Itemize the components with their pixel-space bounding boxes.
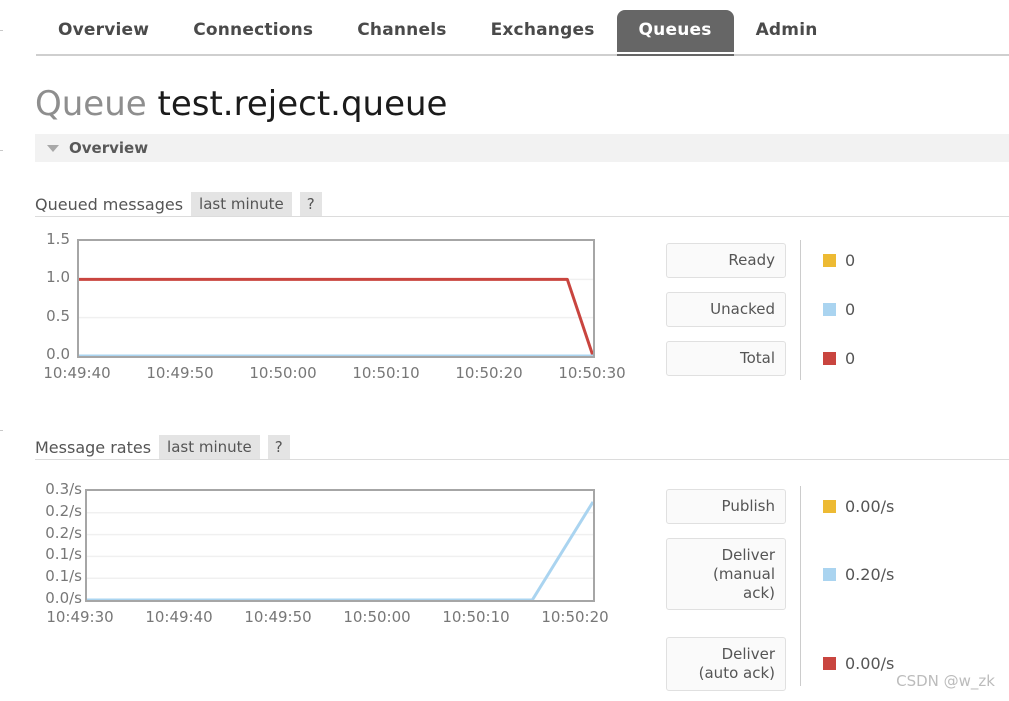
queued-messages-x-axis: 10:49:40 10:49:50 10:50:00 10:50:10 10:50:20…	[43, 364, 625, 386]
message-rates-title: Message rates	[35, 437, 152, 457]
legend-value-group: 0.00/s	[823, 497, 894, 516]
x-tick-label: 10:50:30	[558, 364, 626, 382]
message-rates-rule	[35, 459, 1009, 460]
legend-color-swatch-icon	[823, 253, 836, 267]
rates-legend-rows: Publish 0.00/s Deliver (manual ack) 0.20/s Del…	[666, 489, 996, 694]
nav-tab-connections[interactable]: Connections	[171, 10, 335, 50]
nav-tab-channels[interactable]: Channels	[335, 10, 468, 50]
page-title: Queue test.reject.queue	[35, 84, 448, 124]
y-tick-label: 1.0	[46, 268, 70, 287]
left-edge-fragment-low	[0, 430, 3, 431]
x-tick-label: 10:50:20	[541, 608, 609, 626]
legend-value-group: 0	[823, 251, 855, 270]
message-rates-period-chip[interactable]: last minute	[159, 434, 260, 460]
legend-value: 0	[845, 299, 856, 319]
legend-row: Publish 0.00/s	[666, 489, 894, 524]
nav-tab-overview[interactable]: Overview	[36, 10, 171, 50]
legend-value-group: 0	[823, 300, 855, 319]
message-rates-y-axis: 0.0/s 0.1/s 0.1/s 0.2/s 0.2/s 0.3/s	[30, 480, 82, 607]
legend-button-unacked[interactable]: Unacked	[666, 292, 786, 327]
queued-messages-heading: Queued messages last minute ?	[35, 191, 322, 217]
x-tick-label: 10:49:40	[43, 364, 111, 382]
x-tick-label: 10:49:40	[145, 608, 213, 626]
y-tick-label: 0.5	[46, 306, 70, 325]
legend-value: 0	[845, 250, 856, 270]
legend-color-swatch-icon	[823, 302, 836, 316]
queued-legend-rows: Ready 0 Unacked 0 Total 0	[666, 243, 996, 388]
overview-section-label: Overview	[69, 139, 149, 157]
queued-messages-plot-area	[77, 239, 595, 358]
legend-row: Deliver (auto ack) 0.00/s	[666, 637, 894, 691]
x-tick-label: 10:49:50	[146, 364, 214, 382]
x-tick-label: 10:49:30	[46, 608, 114, 626]
queued-messages-help-icon[interactable]: ?	[299, 191, 322, 217]
nav-tab-list: Overview Connections Channels Exchanges Queu…	[36, 10, 840, 55]
legend-value: 0	[845, 348, 856, 368]
legend-color-swatch-icon	[823, 499, 836, 513]
main-navigation: Overview Connections Channels Exchanges Queu…	[0, 0, 1009, 56]
page-title-queue-name: test.reject.queue	[157, 84, 448, 124]
legend-row: Unacked 0	[666, 292, 855, 327]
nav-underline	[36, 54, 1009, 56]
legend-value: 0.00/s	[845, 654, 895, 674]
message-rates-plot-area	[85, 489, 595, 602]
nav-tab-queues[interactable]: Queues	[616, 10, 734, 52]
triangle-down-icon	[47, 144, 59, 152]
y-tick-label: 0.2/s	[45, 501, 82, 520]
page-title-prefix: Queue	[35, 84, 147, 124]
y-tick-label: 1.5	[46, 230, 70, 248]
x-tick-label: 10:50:20	[455, 364, 523, 382]
y-tick-label: 0.2/s	[45, 523, 82, 542]
message-rates-help-icon[interactable]: ?	[267, 434, 290, 460]
legend-color-swatch-icon	[823, 567, 836, 581]
queued-messages-period-chip[interactable]: last minute	[191, 191, 292, 217]
left-edge-fragment-mid	[0, 150, 3, 151]
x-tick-label: 10:50:00	[249, 364, 317, 382]
nav-tab-exchanges[interactable]: Exchanges	[469, 10, 617, 50]
message-rates-heading: Message rates last minute ?	[35, 434, 290, 460]
nav-active-underline	[616, 54, 734, 56]
queued-messages-title: Queued messages	[35, 194, 184, 214]
legend-button-ready[interactable]: Ready	[666, 243, 786, 278]
queued-messages-y-axis: 0.0 0.5 1.0 1.5	[30, 232, 70, 366]
y-tick-label: 0.1/s	[45, 567, 82, 586]
legend-button-total[interactable]: Total	[666, 341, 786, 376]
legend-row: Total 0	[666, 341, 855, 376]
nav-tab-admin[interactable]: Admin	[734, 10, 840, 50]
x-tick-label: 10:50:10	[352, 364, 420, 382]
overview-section-toggle[interactable]: Overview	[35, 134, 1009, 162]
y-tick-label: 0.0	[46, 345, 70, 363]
legend-value: 0.00/s	[845, 496, 895, 516]
legend-button-publish[interactable]: Publish	[666, 489, 786, 524]
legend-row: Deliver (manual ack) 0.20/s	[666, 538, 894, 611]
legend-value-group: 0.20/s	[823, 565, 894, 584]
watermark: CSDN @w_zk	[896, 672, 995, 690]
x-tick-label: 10:50:00	[343, 608, 411, 626]
legend-color-swatch-icon	[823, 351, 836, 365]
legend-row: Ready 0	[666, 243, 855, 278]
x-tick-label: 10:50:10	[442, 608, 510, 626]
legend-value-group: 0	[823, 349, 855, 368]
legend-button-deliver-manual-ack[interactable]: Deliver (manual ack)	[666, 538, 786, 611]
y-tick-label: 0.1/s	[45, 545, 82, 564]
legend-color-swatch-icon	[823, 657, 836, 671]
legend-value: 0.20/s	[845, 564, 895, 584]
x-tick-label: 10:49:50	[244, 608, 312, 626]
y-tick-label: 0.0/s	[45, 589, 82, 607]
legend-button-deliver-auto-ack[interactable]: Deliver (auto ack)	[666, 637, 786, 691]
legend-value-group: 0.00/s	[823, 654, 894, 673]
y-tick-label: 0.3/s	[45, 480, 82, 498]
queued-messages-rule	[35, 216, 1009, 217]
message-rates-x-axis: 10:49:30 10:49:40 10:49:50 10:50:00 10:50:10…	[46, 608, 608, 630]
